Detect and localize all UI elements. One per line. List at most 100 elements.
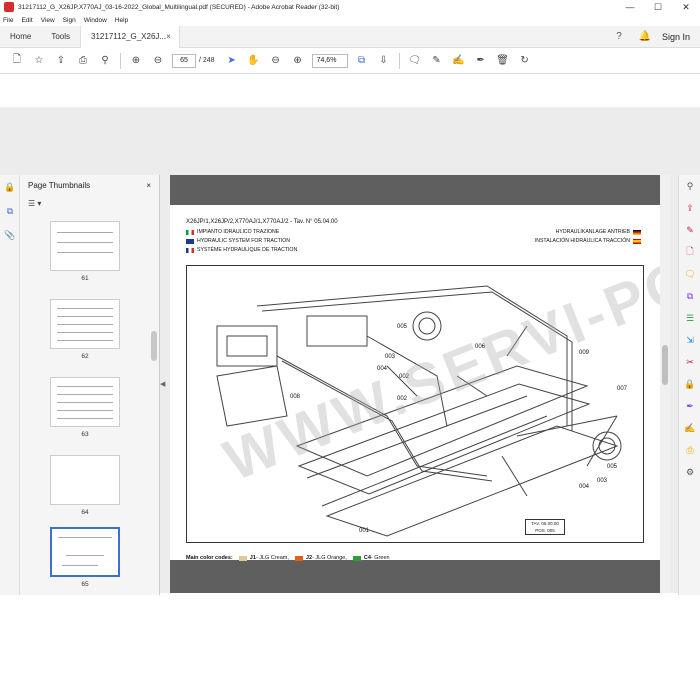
previous-page-icon[interactable]: ⊕ (128, 53, 144, 69)
lang-english: HYDRAULIC SYSTEM FOR TRACTION (186, 238, 290, 244)
draw-icon[interactable]: ✍ (451, 53, 467, 69)
window-title: 31217112_G_X26JP,X770AJ_03-16-2022_Globa… (18, 3, 340, 11)
menu-bar: File Edit View Sign Window Help (0, 14, 700, 26)
menu-file[interactable]: File (3, 17, 13, 24)
tab-tools[interactable]: Tools (41, 26, 80, 48)
thumbnail-page-number: 65 (81, 581, 89, 588)
lock-icon[interactable]: 🔒 (0, 175, 20, 199)
print-icon[interactable]: ⎙ (75, 53, 91, 69)
scan-ocr-icon[interactable]: ⎙ (679, 439, 700, 461)
document-viewport[interactable]: X26JP/1,X26JP/2,X770AJ/1,X770AJ/2 - Tav.… (170, 175, 660, 593)
protect-icon[interactable]: 🔒 (679, 373, 700, 395)
page-total: / 248 (199, 57, 215, 64)
thumbnail-image (50, 221, 120, 271)
right-tool-rail: ⚲ ⇪ ✎ 🗋 🗨 ⧉ ☰ ⇲ ✂ 🔒 ✒ ✍ ⎙ ⚙ (678, 175, 700, 595)
toolbar-divider (120, 52, 121, 69)
tab-document[interactable]: 31217112_G_X26J... × (80, 25, 181, 48)
redact-icon[interactable]: ✂ (679, 351, 700, 373)
send-for-signature-icon[interactable]: ✍ (679, 417, 700, 439)
more-tools-icon[interactable]: ⚙ (679, 461, 700, 483)
thumbnail-page-number: 64 (81, 509, 89, 516)
uk-flag-icon (186, 238, 194, 244)
next-page-icon[interactable]: ⊖ (150, 53, 166, 69)
help-icon[interactable]: ? (611, 29, 627, 45)
notifications-icon[interactable]: 🔔 (637, 29, 653, 45)
thumbnail-page[interactable]: 61 (50, 221, 120, 282)
thumbnail-scrollbar[interactable] (151, 211, 157, 591)
highlight-pen-icon[interactable]: ✎ (429, 53, 445, 69)
search-icon[interactable]: ⚲ (679, 175, 700, 197)
menu-window[interactable]: Window (84, 17, 107, 24)
thumbnail-page-selected[interactable]: 65 (50, 527, 120, 588)
color-swatch (294, 555, 303, 561)
germany-flag-icon (633, 229, 641, 235)
page-number-input[interactable]: 65 (172, 53, 196, 68)
close-window-button[interactable]: ✕ (672, 0, 700, 14)
create-pdf-icon[interactable]: 🗋 (679, 241, 700, 263)
comment-icon[interactable]: 🗨 (407, 53, 423, 69)
document-header: X26JP/1,X26JP/2,X770AJ/1,X770AJ/2 - Tav.… (186, 219, 338, 225)
share-upload-icon[interactable]: ⇪ (53, 53, 69, 69)
italy-flag-icon (186, 229, 194, 235)
hand-tool-icon[interactable]: ✋ (246, 53, 262, 69)
delete-icon[interactable]: 🗑 (495, 53, 511, 69)
toolbar-divider (398, 52, 400, 69)
fit-page-icon[interactable]: ⧉ (354, 53, 370, 69)
create-pdf-icon[interactable]: 🗋 (9, 53, 25, 69)
thumbnail-page[interactable]: 62 (50, 299, 120, 360)
combine-files-icon[interactable]: ⧉ (679, 285, 700, 307)
lang-spanish: INSTALACIÓN HIDRÁULICA TRACCIÓN (535, 238, 644, 244)
thumbnail-image (50, 299, 120, 349)
tab-home[interactable]: Home (0, 26, 41, 48)
collapse-panel-icon[interactable]: ◀ (160, 380, 165, 388)
thumbnail-panel: Page Thumbnails × ☰ ▾ 61 62 63 64 65 (20, 175, 160, 595)
edit-pdf-icon[interactable]: ✎ (679, 219, 700, 241)
menu-help[interactable]: Help (115, 17, 128, 24)
scroll-mode-icon[interactable]: ⇩ (376, 53, 392, 69)
select-cursor-icon[interactable]: ➤ (224, 53, 240, 69)
callout-label: 003 (597, 478, 608, 484)
thumbnail-page[interactable]: 63 (50, 377, 120, 438)
document-scroll-thumb[interactable] (662, 345, 668, 385)
thumbnail-options-button[interactable]: ☰ ▾ (20, 195, 159, 211)
maximize-button[interactable]: ☐ (644, 0, 672, 14)
thumbnail-scroll-thumb[interactable] (151, 331, 157, 361)
rotate-icon[interactable]: ↻ (517, 53, 533, 69)
thumbnail-image (50, 377, 120, 427)
zoom-out-icon[interactable]: ⊖ (268, 53, 284, 69)
menu-sign[interactable]: Sign (63, 17, 76, 24)
thumbnail-image (50, 455, 120, 505)
document-scrollbar[interactable] (660, 175, 670, 593)
export-pdf-icon[interactable]: ⇪ (679, 197, 700, 219)
menu-view[interactable]: View (41, 17, 55, 24)
callout-label: 007 (617, 386, 628, 392)
sign-in-button[interactable]: Sign In (662, 32, 690, 42)
close-panel-icon[interactable]: × (146, 181, 151, 190)
search-icon[interactable]: ⚲ (97, 53, 113, 69)
bookmark-star-icon[interactable]: ☆ (31, 53, 47, 69)
tab-close-icon[interactable]: × (166, 32, 171, 41)
thumbnail-page-number: 63 (81, 431, 89, 438)
minimize-button[interactable]: — (616, 0, 644, 14)
zoom-level-select[interactable]: 74,6% (311, 53, 348, 68)
lang-german: HYDRAULIKANLAGE ANTRIEB (556, 229, 644, 235)
reference-box: TAV. 05.00.00 POS. 005 (525, 519, 565, 535)
menu-edit[interactable]: Edit (21, 17, 32, 24)
color-codes-legend: Main color codes: J1 - JLG Cream, J2 - J… (186, 555, 390, 561)
title-bar: 31217112_G_X26JP,X770AJ_03-16-2022_Globa… (0, 0, 700, 14)
thumbnail-page[interactable]: 64 (50, 455, 120, 516)
thumbnail-panel-title: Page Thumbnails (28, 180, 91, 190)
fill-sign-icon[interactable]: ✒ (473, 53, 489, 69)
compress-icon[interactable]: ⇲ (679, 329, 700, 351)
comment-icon[interactable]: 🗨 (679, 263, 700, 285)
fill-sign-icon[interactable]: ✒ (679, 395, 700, 417)
france-flag-icon (186, 247, 194, 253)
organize-pages-icon[interactable]: ☰ (679, 307, 700, 329)
thumbnail-page-number: 62 (81, 353, 89, 360)
lang-french: SYSTÈME HYDRAULIQUE DE TRACTION (186, 247, 297, 253)
page-thumbnails-icon[interactable]: ⧉ (0, 199, 20, 223)
zoom-in-icon[interactable]: ⊕ (290, 53, 306, 69)
attachments-icon[interactable]: 📎 (0, 223, 20, 247)
acrobat-app-icon (4, 2, 14, 12)
callout-label: 004 (579, 484, 590, 490)
